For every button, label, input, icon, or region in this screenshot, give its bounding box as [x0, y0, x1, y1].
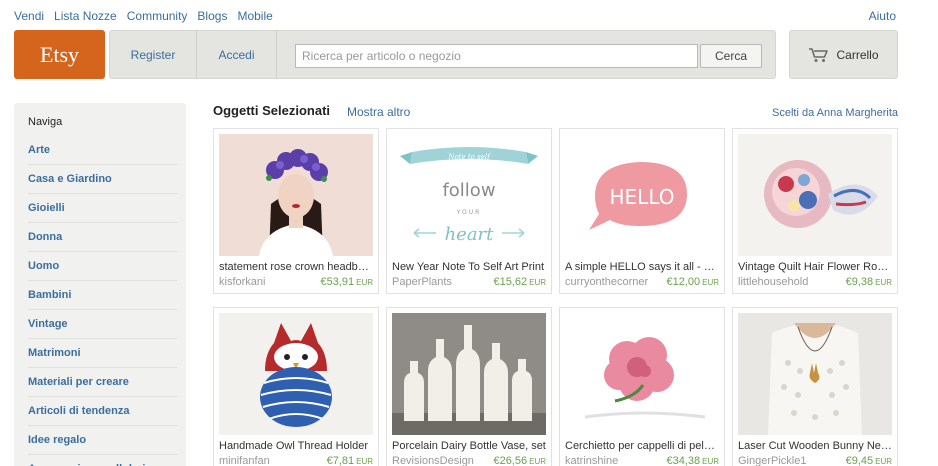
sidebar-item-tendenza[interactable]: Articoli di tendenza — [28, 397, 177, 426]
product-card[interactable]: Porcelain Dairy Bottle Vase, set Revisio… — [386, 307, 552, 466]
product-image-hello-print[interactable]: HELLO — [565, 134, 719, 256]
curator-link[interactable]: Scelti da Anna Margherita — [772, 107, 898, 119]
price-currency: EUR — [529, 457, 546, 466]
shop-name[interactable]: kisforkani — [219, 276, 305, 288]
product-price: €7,81 EUR — [327, 455, 373, 466]
sidebar: Naviga Arte Casa e Giardino Gioielli Don… — [14, 103, 186, 466]
product-title[interactable]: A simple HELLO says it all - print — [565, 261, 719, 273]
shop-name[interactable]: curryonthecorner — [565, 276, 651, 288]
shop-name[interactable]: minifanfan — [219, 455, 305, 466]
login-button[interactable]: Accedi — [197, 31, 277, 78]
product-card[interactable]: Cerchietto per cappelli di peluche katri… — [559, 307, 725, 466]
product-price: €26,56 EUR — [493, 455, 546, 466]
price-currency: EUR — [356, 457, 373, 466]
product-title[interactable]: Porcelain Dairy Bottle Vase, set — [392, 440, 546, 452]
help-link[interactable]: Aiuto — [869, 9, 896, 23]
product-title[interactable]: Cerchietto per cappelli di peluche — [565, 440, 719, 452]
price-currency: EUR — [356, 278, 373, 287]
print-line1: follow — [442, 180, 495, 201]
product-image-art-print[interactable]: Note to self follow YOUR heart — [392, 134, 546, 256]
sidebar-item-bambini[interactable]: Bambini — [28, 281, 177, 310]
product-title[interactable]: Laser Cut Wooden Bunny Necklace — [738, 440, 892, 452]
product-price: €53,91 EUR — [320, 276, 373, 288]
product-price: €9,38 EUR — [846, 276, 892, 288]
price-value: €7,81 — [326, 455, 355, 466]
price-value: €9,45 — [845, 455, 874, 466]
top-link-blogs[interactable]: Blogs — [197, 9, 227, 23]
sidebar-item-accessori[interactable]: Accessori per cellulari e — [28, 455, 177, 466]
product-title[interactable]: Handmade Owl Thread Holder — [219, 440, 373, 452]
sidebar-item-uomo[interactable]: Uomo — [28, 252, 177, 281]
price-value: €15,62 — [493, 276, 528, 288]
product-card[interactable]: Handmade Owl Thread Holder minifanfan €7… — [213, 307, 379, 466]
register-button[interactable]: Register — [110, 31, 197, 78]
product-price: €9,45 EUR — [846, 455, 892, 466]
price-value: €12,00 — [666, 276, 701, 288]
sidebar-item-casa-giardino[interactable]: Casa e Giardino — [28, 165, 177, 194]
product-card[interactable]: Note to self follow YOUR heart New Year … — [386, 128, 552, 294]
top-link-mobile[interactable]: Mobile — [237, 9, 272, 23]
shop-name[interactable]: RevisionsDesign — [392, 455, 478, 466]
print-top-text: Note to self — [447, 153, 491, 161]
product-card[interactable]: HELLO A simple HELLO says it all - print… — [559, 128, 725, 294]
top-link-lista-nozze[interactable]: Lista Nozze — [54, 9, 117, 23]
header-bar: Register Accedi Cerca — [109, 30, 776, 79]
price-currency: EUR — [702, 278, 719, 287]
price-value: €53,91 — [320, 276, 355, 288]
sidebar-item-donna[interactable]: Donna — [28, 223, 177, 252]
product-image-pink-flower[interactable] — [565, 313, 719, 435]
product-price: €34,38 EUR — [666, 455, 719, 466]
product-price: €12,00 EUR — [666, 276, 719, 288]
shop-name[interactable]: katrinshine — [565, 455, 651, 466]
shop-name[interactable]: littlehousehold — [738, 276, 824, 288]
product-image-bottles[interactable] — [392, 313, 546, 435]
top-links: Vendi Lista Nozze Community Blogs Mobile — [14, 9, 273, 23]
product-image-owl[interactable] — [219, 313, 373, 435]
product-title[interactable]: Vintage Quilt Hair Flower Rosette — [738, 261, 892, 273]
sidebar-item-matrimoni[interactable]: Matrimoni — [28, 339, 177, 368]
cart-label: Carrello — [836, 47, 879, 62]
price-currency: EUR — [875, 278, 892, 287]
sidebar-item-vintage[interactable]: Vintage — [28, 310, 177, 339]
product-title[interactable]: New Year Note To Self Art Print — [392, 261, 546, 273]
sidebar-item-idee-regalo[interactable]: Idee regalo — [28, 426, 177, 455]
search-input[interactable] — [295, 44, 698, 68]
product-image-flower-crown[interactable] — [219, 134, 373, 256]
cart-icon — [809, 47, 829, 62]
sidebar-item-arte[interactable]: Arte — [28, 136, 177, 165]
shop-name[interactable]: GingerPickle1 — [738, 455, 824, 466]
product-card[interactable]: Vintage Quilt Hair Flower Rosette little… — [732, 128, 898, 294]
search-button[interactable]: Cerca — [700, 44, 762, 68]
sidebar-item-materiali[interactable]: Materiali per creare — [28, 368, 177, 397]
product-image-bunny-necklace[interactable] — [738, 313, 892, 435]
show-more-link[interactable]: Mostra altro — [347, 105, 410, 119]
top-link-community[interactable]: Community — [127, 9, 188, 23]
shop-name[interactable]: PaperPlants — [392, 276, 478, 288]
price-currency: EUR — [702, 457, 719, 466]
print-line3: heart — [445, 224, 495, 245]
sidebar-heading: Naviga — [28, 116, 63, 128]
featured-title: Oggetti Selezionati — [213, 103, 331, 118]
product-image-quilt-flower[interactable] — [738, 134, 892, 256]
product-price: €15,62 EUR — [493, 276, 546, 288]
price-value: €26,56 — [493, 455, 528, 466]
hello-text: HELLO — [610, 185, 675, 209]
price-value: €34,38 — [666, 455, 701, 466]
product-card[interactable]: statement rose crown headband kisforkani… — [213, 128, 379, 294]
price-currency: EUR — [529, 278, 546, 287]
top-link-vendi[interactable]: Vendi — [14, 9, 44, 23]
product-card[interactable]: Laser Cut Wooden Bunny Necklace GingerPi… — [732, 307, 898, 466]
cart-button[interactable]: Carrello — [789, 30, 898, 79]
product-title[interactable]: statement rose crown headband — [219, 261, 373, 273]
sidebar-item-gioielli[interactable]: Gioielli — [28, 194, 177, 223]
etsy-logo[interactable]: Etsy — [14, 30, 105, 79]
price-currency: EUR — [875, 457, 892, 466]
print-line2: YOUR — [456, 209, 482, 216]
price-value: €9,38 — [845, 276, 874, 288]
